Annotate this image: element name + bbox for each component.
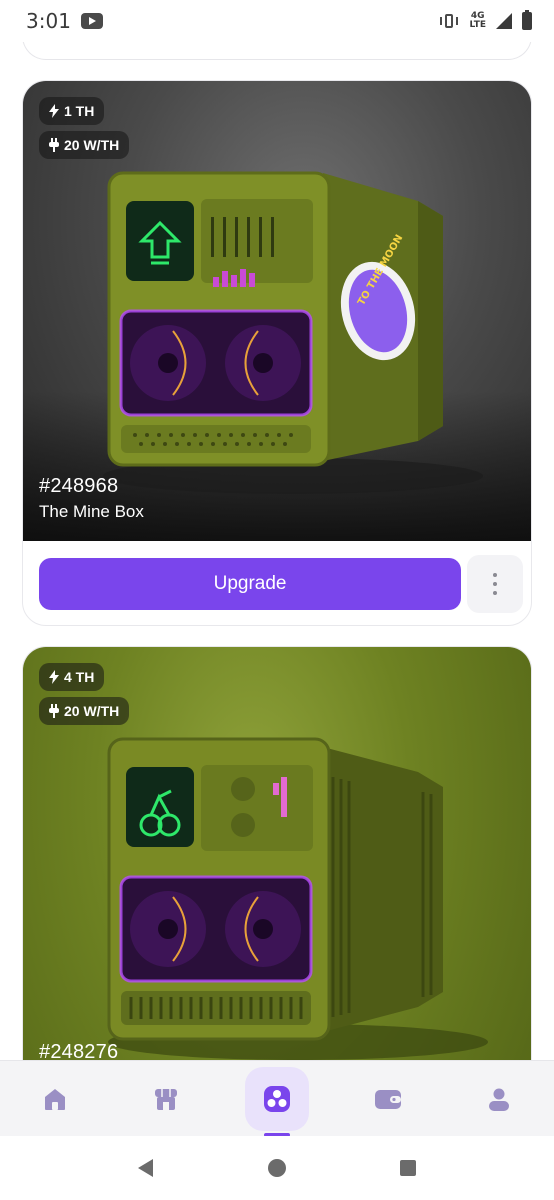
bolt-icon <box>49 670 59 684</box>
hashrate-value: 4 TH <box>64 669 95 685</box>
home-icon <box>45 1088 66 1110</box>
nav-wallet[interactable] <box>356 1067 420 1131</box>
hashrate-badge: 1 TH <box>39 97 105 125</box>
status-time: 3:01 <box>26 9 71 33</box>
plug-icon <box>49 704 59 718</box>
marketplace-icon <box>155 1088 178 1110</box>
more-options-button[interactable] <box>467 555 523 613</box>
battery-icon <box>522 10 532 30</box>
back-icon[interactable] <box>135 1157 157 1179</box>
dot <box>493 582 498 586</box>
wallet-icon <box>374 1089 401 1109</box>
dot <box>493 591 498 595</box>
hashrate-value: 1 TH <box>64 103 95 119</box>
nav-marketplace[interactable] <box>134 1067 198 1131</box>
efficiency-value: 20 W/TH <box>64 137 120 153</box>
system-navigation <box>0 1136 554 1200</box>
efficiency-value: 20 W/TH <box>64 703 120 719</box>
efficiency-badge: 20 W/TH <box>39 131 130 159</box>
home-circle-icon[interactable] <box>266 1157 288 1179</box>
miner-card[interactable]: TO THE MOON 1 TH 20 W/TH #248968 The Min… <box>22 80 532 626</box>
nav-profile[interactable] <box>467 1067 531 1131</box>
card-actions: Upgrade <box>23 541 531 625</box>
youtube-notification-icon <box>80 13 103 29</box>
app-screen: 3:01 4G LTE TO THE MOON 1 TH 20 W/TH #24… <box>0 0 554 1200</box>
nav-home[interactable] <box>23 1067 87 1131</box>
bottom-navigation <box>0 1060 554 1137</box>
miner-image[interactable]: TO THE MOON 1 TH 20 W/TH #248968 The Min… <box>23 81 531 541</box>
bolt-icon <box>49 104 59 118</box>
upgrade-button[interactable]: Upgrade <box>39 558 462 610</box>
efficiency-badge: 20 W/TH <box>39 697 130 725</box>
signal-icon <box>496 13 512 29</box>
miner-id: #248968 <box>39 475 119 497</box>
hashrate-badge: 4 TH <box>39 663 105 691</box>
network-type-bottom: LTE <box>469 20 486 30</box>
vibrate-icon <box>439 13 459 29</box>
plug-icon <box>49 138 59 152</box>
miners-icon <box>263 1085 290 1112</box>
nav-miners[interactable] <box>244 1066 309 1137</box>
status-bar: 3:01 4G LTE <box>0 0 554 42</box>
dot <box>493 573 498 577</box>
profile-icon <box>488 1088 509 1111</box>
recents-icon[interactable] <box>397 1157 419 1179</box>
network-type: 4G LTE <box>469 12 486 30</box>
miner-name: The Mine Box <box>39 502 144 521</box>
status-icons: 4G LTE <box>439 10 532 30</box>
